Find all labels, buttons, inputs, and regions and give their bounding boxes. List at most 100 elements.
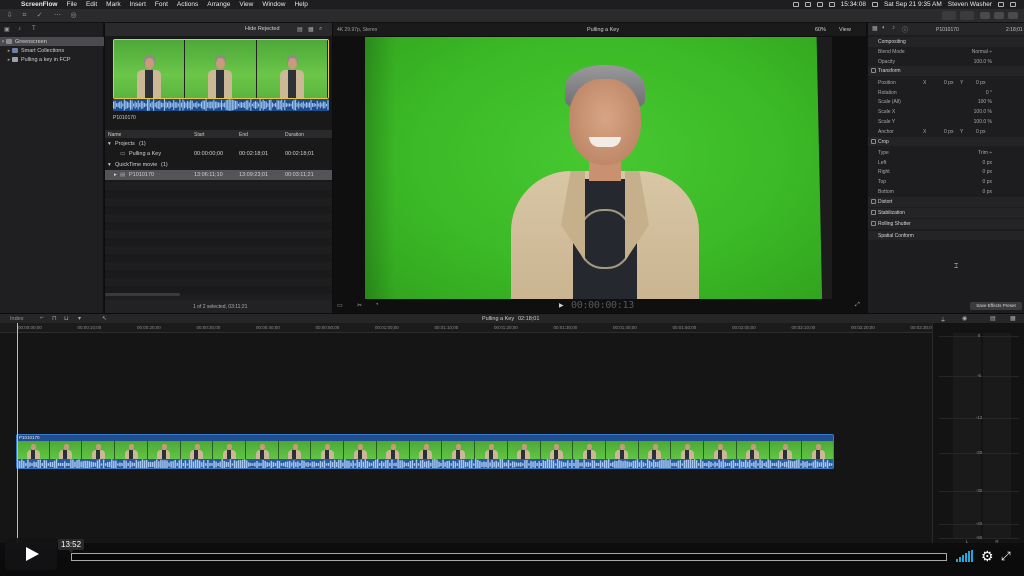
sidebar-item-smart-collections[interactable]: ▸ Smart Collections <box>0 46 104 55</box>
inspector-param[interactable]: Opacity 100.0 % <box>868 57 1024 67</box>
menu-file[interactable]: File <box>66 1 76 8</box>
clip-thumbnail[interactable] <box>113 39 329 99</box>
audio-inspector-icon[interactable]: ♪ <box>892 25 895 31</box>
param-value[interactable]: 0 px <box>983 189 992 195</box>
hide-rejected-menu[interactable]: Hide Rejected <box>245 26 280 32</box>
save-effects-preset-button[interactable]: Save Effects Preset <box>970 302 1022 310</box>
keyword-icon[interactable]: ⌗ <box>21 12 28 19</box>
menu-mark[interactable]: Mark <box>106 1 120 8</box>
x-value[interactable]: 0 px <box>944 80 953 86</box>
disclosure-icon[interactable]: ▸ <box>114 172 117 178</box>
inspector-param[interactable]: Type Trim ÷ <box>868 148 1024 158</box>
menu-arrange[interactable]: Arrange <box>207 1 230 8</box>
volume-icon[interactable] <box>828 2 835 7</box>
inspector-section[interactable]: Distort <box>868 196 1024 207</box>
timeline-clip[interactable]: P1010170 <box>16 434 834 469</box>
menu-window[interactable]: Window <box>262 1 285 8</box>
inspector-section[interactable]: Rolling Shutter <box>868 219 1024 230</box>
param-value[interactable]: 100.0 % <box>974 109 992 115</box>
param-value[interactable]: Normal ÷ <box>972 49 992 55</box>
filmstrip-view-icon[interactable]: ▦ <box>308 26 314 33</box>
library-icon[interactable]: ▣ <box>4 26 10 33</box>
toggle-inspector[interactable] <box>1008 12 1018 19</box>
viewer-view-menu[interactable]: View <box>839 27 851 33</box>
inspector-section[interactable]: Spatial Conform <box>868 230 1024 241</box>
video-inspector-icon[interactable]: ▦ <box>872 25 878 32</box>
inspector-param[interactable]: Anchor X 0 px Y 0 px <box>868 127 1024 137</box>
menu-help[interactable]: Help <box>294 1 307 8</box>
param-value[interactable]: 0 px <box>983 160 992 166</box>
layout-button[interactable] <box>960 11 974 20</box>
menu-view[interactable]: View <box>239 1 253 8</box>
edit-overwrite-icon[interactable]: ⊔ <box>64 315 69 322</box>
checkbox-icon[interactable] <box>871 138 876 144</box>
param-value[interactable]: 100 % <box>978 99 992 105</box>
wifi-icon[interactable] <box>816 2 823 7</box>
menu-insert[interactable]: Insert <box>130 1 146 8</box>
background-tasks-icon[interactable]: ✓ <box>36 12 43 19</box>
screen-record-icon[interactable] <box>792 2 799 7</box>
menu-actions[interactable]: Actions <box>177 1 198 8</box>
viewer-zoom-menu[interactable]: 60% <box>815 27 826 33</box>
select-tool-icon[interactable]: ↖ <box>102 315 107 322</box>
viewer-play-icon[interactable]: ▶ <box>559 302 564 309</box>
toggle-timeline[interactable] <box>994 12 1004 19</box>
param-value[interactable]: 0 px <box>983 169 992 175</box>
settings-gear-icon[interactable]: ⚙ <box>981 548 994 565</box>
list-item-project[interactable]: ▭ Pulling a Key 00:00:00;00 00:02:18;01 … <box>105 149 332 159</box>
checkbox-icon[interactable] <box>871 198 876 204</box>
inspector-param[interactable]: Scale Y 100.0 % <box>868 117 1024 127</box>
param-value[interactable]: Trim ÷ <box>978 150 992 156</box>
inspector-section[interactable]: Crop <box>868 136 1024 147</box>
import-icon[interactable]: ⇩ <box>6 12 13 19</box>
timeline-ruler[interactable]: 00:00:00;00 00:00:10;00 00:00:20;00 00:00:3… <box>0 323 994 333</box>
checkbox-icon[interactable] <box>871 210 876 216</box>
list-item-clip[interactable]: ▸ ▤ P1010170 13:06:11;10 13:09:23;01 00:… <box>105 170 332 180</box>
y-value[interactable]: 0 px <box>976 80 985 86</box>
timeline-index-button[interactable]: Index <box>10 316 23 322</box>
menu-user[interactable]: Steven Washer <box>948 1 992 8</box>
player-play-button[interactable] <box>5 538 57 570</box>
transform-menu-icon[interactable]: ▭ <box>337 302 343 309</box>
clip-appearance-icon[interactable]: ▤ <box>990 315 996 322</box>
x-value[interactable]: 0 px <box>944 129 953 135</box>
column-end[interactable]: End <box>239 132 248 138</box>
column-duration[interactable]: Duration <box>285 132 304 138</box>
solo-icon[interactable]: ◉ <box>962 315 967 322</box>
menu-app-name[interactable]: ScreenFlow <box>21 1 57 8</box>
fullscreen-expand-icon[interactable]: ⤢ <box>1001 549 1011 564</box>
toggle-browser[interactable] <box>980 12 990 19</box>
checkbox-icon[interactable] <box>871 221 876 227</box>
menu-font[interactable]: Font <box>155 1 168 8</box>
inspector-param[interactable]: Bottom 0 px <box>868 187 1024 197</box>
search-icon[interactable]: ⌕ <box>319 26 322 33</box>
unknown-icon[interactable]: ⋯ <box>54 12 61 19</box>
y-value[interactable]: 0 px <box>976 129 985 135</box>
titles-icon[interactable]: T <box>32 26 36 32</box>
player-progress-bar[interactable] <box>71 553 947 561</box>
clip-appearance-icon[interactable]: ▤ <box>297 26 303 33</box>
param-value[interactable]: 0 ° <box>986 90 992 96</box>
speed-menu-icon[interactable]: ◔ <box>375 302 379 308</box>
share-icon[interactable]: ◎ <box>70 12 77 19</box>
dropbox-icon[interactable] <box>804 2 811 7</box>
inspector-param[interactable]: Position X 0 px Y 0 px <box>868 78 1024 88</box>
inspector-param[interactable]: Right 0 px <box>868 167 1024 177</box>
notification-center-icon[interactable] <box>1010 2 1016 7</box>
inspector-param[interactable]: Rotation 0 ° <box>868 88 1024 98</box>
inspector-section[interactable]: Compositing <box>868 37 1024 47</box>
menu-clock[interactable]: Sat Sep 21 9:35 AM <box>884 1 942 8</box>
disclosure-icon[interactable]: ▾ <box>108 162 111 168</box>
crop-menu-icon[interactable]: ✂ <box>357 302 362 309</box>
photos-icon[interactable]: ♪ <box>18 26 21 32</box>
checkbox-icon[interactable] <box>871 68 876 74</box>
list-group-quicktime[interactable]: ▾ QuickTime movie (1) <box>105 160 332 170</box>
sidebar-item-greenscreen[interactable]: ▾ Greenscreen <box>0 37 104 46</box>
edit-connect-icon[interactable]: ⌐ <box>40 315 44 321</box>
browser-scrollbar[interactable] <box>105 293 180 296</box>
sidebar-item-pulling-a-key[interactable]: ▸ Pulling a key in FCP <box>0 55 104 64</box>
workspace-button[interactable] <box>942 11 956 20</box>
param-value[interactable]: 100.0 % <box>974 119 992 125</box>
inspector-param[interactable]: Blend Mode Normal ÷ <box>868 47 1024 57</box>
edit-insert-icon[interactable]: ⊓ <box>52 315 57 322</box>
